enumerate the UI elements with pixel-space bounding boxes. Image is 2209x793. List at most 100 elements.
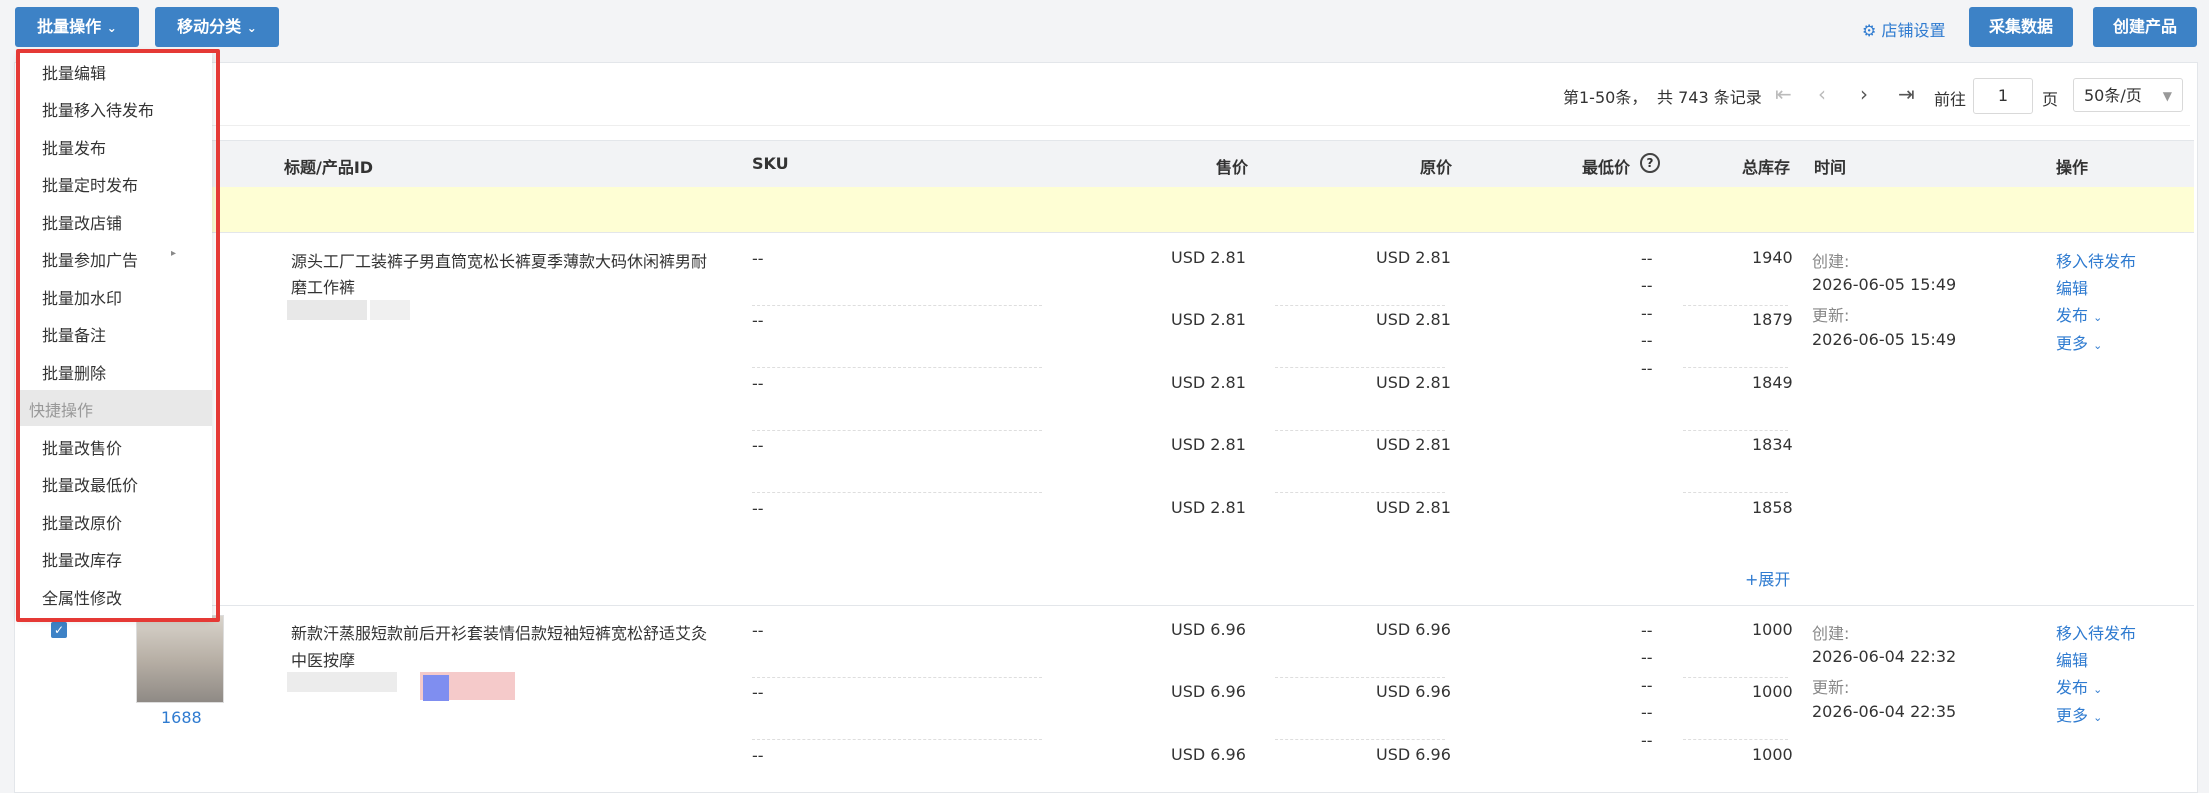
price-cell: USD 6.96 xyxy=(1171,620,1246,639)
publish-label: 发布 xyxy=(2056,306,2089,325)
more-label: 更多 xyxy=(2056,706,2089,725)
product-title: 新款汗蒸服短款前后开衫套装情侣款短袖短裤宽松舒适艾灸 xyxy=(291,624,708,643)
created-label: 创建: xyxy=(1812,252,1850,271)
source-link[interactable]: 1688 xyxy=(161,708,202,727)
highlight-box xyxy=(16,49,220,622)
more-dropdown[interactable]: 更多 ⌄ xyxy=(2056,702,2102,726)
stock-cell: 1879 xyxy=(1752,310,1793,329)
col-actions: 操作 xyxy=(2056,158,2089,177)
min-price-cell: -- xyxy=(1641,359,1653,378)
edit-link[interactable]: 编辑 xyxy=(2056,275,2088,299)
product-thumbnail[interactable] xyxy=(136,615,224,703)
price-cell: USD 6.96 xyxy=(1171,745,1246,764)
move-category-button[interactable]: 移动分类 ⌄ xyxy=(155,7,279,47)
expand-link[interactable]: +展开 xyxy=(1745,566,1790,590)
move-to-pending-link[interactable]: 移入待发布 xyxy=(2056,248,2136,272)
store-settings-label: 店铺设置 xyxy=(1881,21,1946,40)
page-size-select[interactable]: 50条/页 ▼ xyxy=(2073,78,2183,112)
min-price-cell: -- xyxy=(1641,249,1653,268)
page-number-input[interactable]: 1 xyxy=(1973,78,2033,114)
stock-cell: 1858 xyxy=(1752,498,1793,517)
updated-time: 2026-06-05 15:49 xyxy=(1812,330,1957,349)
min-price-cell: -- xyxy=(1641,703,1653,722)
gear-icon: ⚙ xyxy=(1862,21,1877,40)
min-price-cell: -- xyxy=(1641,676,1653,695)
publish-dropdown[interactable]: 发布 ⌄ xyxy=(2056,302,2102,326)
more-dropdown[interactable]: 更多 ⌄ xyxy=(2056,330,2102,354)
min-price-cell: -- xyxy=(1641,621,1653,640)
col-time: 时间 xyxy=(1814,158,1847,177)
help-icon[interactable]: ? xyxy=(1640,153,1660,173)
stock-cell: 1000 xyxy=(1752,682,1793,701)
store-settings-link[interactable]: ⚙ 店铺设置 xyxy=(1862,17,1945,41)
batch-operations-label: 批量操作 xyxy=(37,17,102,36)
sku-cell: -- xyxy=(752,374,764,393)
original-price-cell: USD 2.81 xyxy=(1376,248,1451,267)
original-price-cell: USD 2.81 xyxy=(1376,498,1451,517)
updated-label: 更新: xyxy=(1812,678,1850,697)
sku-cell: -- xyxy=(752,249,764,268)
original-price-cell: USD 2.81 xyxy=(1376,373,1451,392)
price-cell: USD 2.81 xyxy=(1171,498,1246,517)
price-cell: USD 6.96 xyxy=(1171,682,1246,701)
more-label: 更多 xyxy=(2056,334,2089,353)
updated-label: 更新: xyxy=(1812,306,1850,325)
next-page-icon[interactable]: › xyxy=(1860,82,1868,106)
col-sku: SKU xyxy=(752,154,789,173)
min-price-cell: -- xyxy=(1641,731,1653,750)
updated-time: 2026-06-04 22:35 xyxy=(1812,702,1957,721)
original-price-cell: USD 2.81 xyxy=(1376,310,1451,329)
chevron-down-icon: ⌄ xyxy=(2093,683,2103,696)
pagination-range: 第1-50条， xyxy=(1563,88,1648,107)
table-header: 标题/产品ID SKU 售价 原价 最低价 ? 总库存 时间 操作 xyxy=(30,140,2194,188)
original-price-cell: USD 6.96 xyxy=(1376,620,1451,639)
col-stock: 总库存 xyxy=(1742,158,1791,177)
sku-cell: -- xyxy=(752,683,764,702)
sku-cell: -- xyxy=(752,621,764,640)
created-time: 2026-06-04 22:32 xyxy=(1812,647,1957,666)
sku-cell: -- xyxy=(752,311,764,330)
row-checkbox[interactable]: ✓ xyxy=(51,622,67,638)
price-cell: USD 2.81 xyxy=(1171,310,1246,329)
move-category-label: 移动分类 xyxy=(177,17,242,36)
product-title: 源头工厂工装裤子男直筒宽松长裤夏季薄款大码休闲裤男耐 xyxy=(291,252,708,271)
goto-label: 前往 xyxy=(1934,90,1967,109)
collect-data-button[interactable]: 采集数据 xyxy=(1969,7,2073,47)
highlight-row xyxy=(30,187,2194,233)
page-size-value: 50条/页 xyxy=(2084,86,2142,105)
col-price: 售价 xyxy=(1216,158,1249,177)
product-id-placeholder xyxy=(370,300,410,320)
created-time: 2026-06-05 15:49 xyxy=(1812,275,1957,294)
min-price-cell: -- xyxy=(1641,276,1653,295)
create-product-button[interactable]: 创建产品 xyxy=(2093,7,2197,47)
col-title: 标题/产品ID xyxy=(284,158,374,177)
min-price-cell: -- xyxy=(1641,304,1653,323)
publish-dropdown[interactable]: 发布 ⌄ xyxy=(2056,674,2102,698)
price-cell: USD 2.81 xyxy=(1171,373,1246,392)
publish-label: 发布 xyxy=(2056,678,2089,697)
edit-link[interactable]: 编辑 xyxy=(2056,647,2088,671)
created-label: 创建: xyxy=(1812,624,1850,643)
price-cell: USD 2.81 xyxy=(1171,435,1246,454)
prev-page-icon[interactable]: ‹ xyxy=(1818,82,1826,106)
stock-cell: 1940 xyxy=(1752,248,1793,267)
price-cell: USD 2.81 xyxy=(1171,248,1246,267)
product-title: 中医按摩 xyxy=(291,651,356,670)
min-price-cell: -- xyxy=(1641,331,1653,350)
chevron-down-icon: ⌄ xyxy=(2093,711,2103,724)
sku-cell: -- xyxy=(752,746,764,765)
col-original: 原价 xyxy=(1420,158,1453,177)
sku-cell: -- xyxy=(752,499,764,518)
chevron-down-icon: ⌄ xyxy=(106,21,117,35)
chevron-down-icon: ⌄ xyxy=(2093,339,2103,352)
product-id-placeholder xyxy=(287,300,367,320)
stock-cell: 1000 xyxy=(1752,745,1793,764)
first-page-icon[interactable]: ⇤ xyxy=(1775,82,1792,106)
chevron-down-icon: ⌄ xyxy=(2093,311,2103,324)
product-id-placeholder xyxy=(423,675,449,701)
batch-operations-button[interactable]: 批量操作 ⌄ xyxy=(15,7,139,47)
product-title: 磨工作裤 xyxy=(291,278,356,297)
caret-down-icon: ▼ xyxy=(2162,89,2172,103)
last-page-icon[interactable]: ⇥ xyxy=(1898,82,1915,106)
move-to-pending-link[interactable]: 移入待发布 xyxy=(2056,620,2136,644)
